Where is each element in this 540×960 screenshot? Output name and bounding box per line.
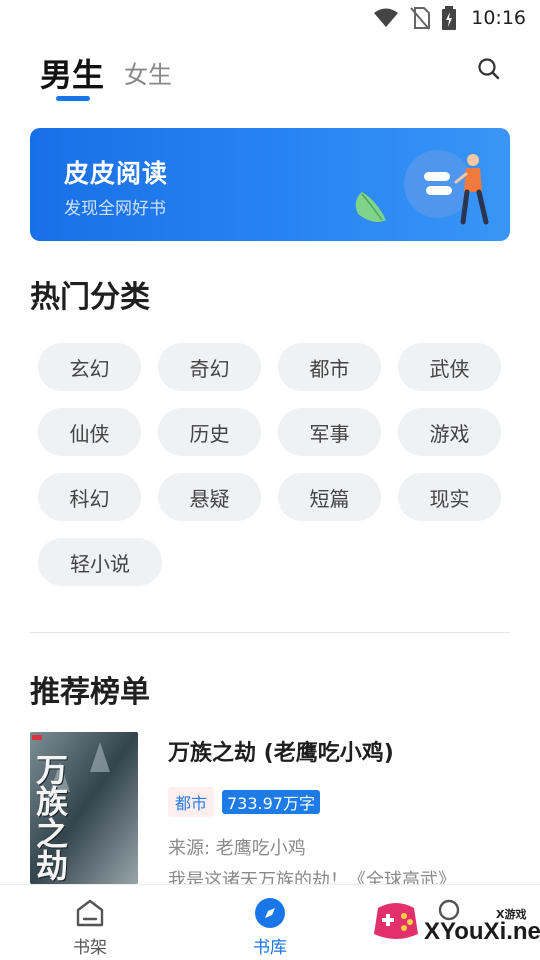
- book-cover[interactable]: 万族之劫: [30, 732, 138, 884]
- banner-subtitle: 发现全网好书: [64, 199, 166, 219]
- book-word-count-tag: 733.97万字: [222, 790, 320, 814]
- promo-banner[interactable]: 皮皮阅读 发现全网好书: [30, 128, 510, 241]
- site-watermark: X游戏 XYouXi.net: [368, 888, 540, 954]
- category-chip[interactable]: 都市: [278, 343, 381, 391]
- search-icon[interactable]: [476, 56, 502, 82]
- category-chip[interactable]: 玄幻: [38, 343, 141, 391]
- category-chip[interactable]: 短篇: [278, 473, 381, 521]
- battery-charging-icon: [442, 6, 457, 30]
- category-chip[interactable]: 游戏: [398, 408, 501, 456]
- nav-bookshelf[interactable]: 书架: [40, 885, 140, 960]
- nav-library[interactable]: 书库: [220, 885, 320, 960]
- book-description: 我是这诸天万族的劫！《全球高武》: [168, 870, 456, 886]
- banner-title: 皮皮阅读: [64, 159, 169, 188]
- book-genre-tag: 都市: [168, 787, 215, 817]
- category-chip[interactable]: 武侠: [398, 343, 501, 391]
- wifi-icon: [374, 8, 399, 27]
- category-chip[interactable]: 仙侠: [38, 408, 141, 456]
- category-chip[interactable]: 轻小说: [38, 538, 162, 586]
- category-chip[interactable]: 现实: [398, 473, 501, 521]
- watermark-text: XYouXi.net: [424, 918, 540, 945]
- compass-icon: [255, 898, 285, 928]
- book-cover-title: 万族之劫: [36, 751, 69, 884]
- hot-categories-title: 热门分类: [30, 280, 150, 315]
- tab-male[interactable]: 男生: [40, 50, 104, 96]
- ranking-title: 推荐榜单: [30, 675, 150, 710]
- category-chip[interactable]: 军事: [278, 408, 381, 456]
- section-divider: [30, 632, 510, 633]
- home-shelf-icon: [76, 899, 104, 927]
- category-chip[interactable]: 悬疑: [158, 473, 261, 521]
- status-time: 10:16: [471, 7, 526, 29]
- reading-person-illustration-icon: [355, 150, 489, 225]
- no-sim-icon: [410, 7, 431, 30]
- tab-female[interactable]: 女生: [124, 55, 172, 90]
- book-title[interactable]: 万族之劫 (老鹰吃小鸡): [168, 735, 394, 767]
- status-bar: 10:16: [0, 0, 540, 36]
- nav-library-label: 书库: [253, 938, 287, 958]
- nav-bookshelf-label: 书架: [73, 938, 107, 958]
- category-chip[interactable]: 科幻: [38, 473, 141, 521]
- book-source: 来源: 老鹰吃小鸡: [168, 838, 306, 859]
- gamepad-logo-icon: [374, 903, 418, 939]
- active-tab-indicator: [56, 96, 90, 101]
- category-chip[interactable]: 历史: [158, 408, 261, 456]
- header: 男生 女生: [0, 40, 540, 110]
- category-chip[interactable]: 奇幻: [158, 343, 261, 391]
